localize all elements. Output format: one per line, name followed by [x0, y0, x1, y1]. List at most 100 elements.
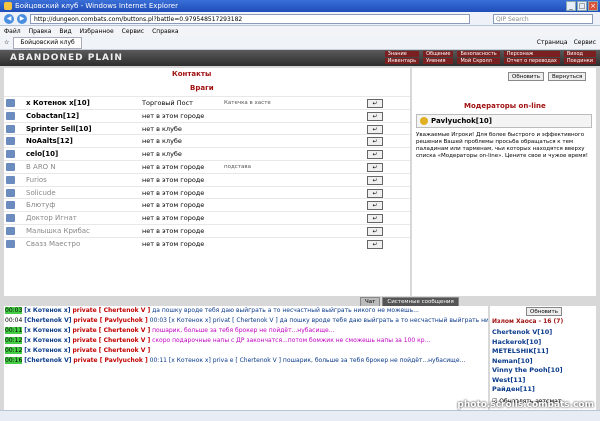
private-message-button[interactable]: ↵ [367, 239, 383, 249]
private-message-button[interactable]: ↵ [367, 214, 383, 224]
contact-location: нет в клубе [142, 137, 182, 146]
nav-communication[interactable]: Общение [423, 51, 454, 57]
page-menu[interactable]: Страница [537, 39, 568, 46]
game-area: ABANDONED PLAIN Знание Общение Безопасно… [0, 50, 600, 410]
chat-nick[interactable]: [x Котенок x] [24, 337, 70, 344]
private-message-button[interactable]: ↵ [367, 162, 383, 172]
contact-row: celo[10] нет в клубе ↵ [4, 147, 410, 160]
contact-row: x Котенок x[10] Торговый Пост Катечка в … [4, 96, 410, 109]
window-titlebar: Бойцовский клуб - Windows Internet Explo… [0, 0, 600, 12]
moderator-badge-icon [420, 117, 428, 125]
menu-item-edit[interactable]: Правка [29, 28, 52, 35]
contact-row: Furios нет в этом городе ↵ [4, 172, 410, 186]
contact-name[interactable]: Furios [26, 176, 47, 184]
moderators-notice: Уважаемые Игроки! Для более быстрого и э… [416, 132, 588, 159]
contact-name[interactable]: Малышка Крибас [26, 227, 90, 235]
back-icon[interactable]: ◀ [4, 13, 14, 24]
chat-nick[interactable]: [x Котенок x] [24, 327, 70, 334]
contact-row: Sprinter Sell[10] нет в клубе ↵ [4, 121, 410, 135]
chat-line: 00:12 [x Котенок x] private [ Chertenok … [5, 346, 488, 356]
contact-row: Доктор Игнат нет в этом городе ↵ [4, 211, 410, 224]
chat-private-tag[interactable]: private [ Pavlyuchok ] [73, 357, 147, 364]
online-user[interactable]: West[11] [492, 376, 525, 384]
contact-name[interactable]: NoAalts[12] [26, 137, 73, 145]
online-user[interactable]: METELSHIK[11] [492, 347, 549, 355]
menu-item-view[interactable]: Вид [59, 28, 71, 35]
chat-message: да пошку вроде тебя даю выйграть а то не… [152, 307, 419, 314]
nav-duels[interactable]: Поединки [563, 58, 596, 64]
contact-name[interactable]: Sprinter Sell[10] [26, 125, 92, 133]
chat-private-tag[interactable]: private [ Chertenok V ] [72, 347, 150, 354]
minimize-button[interactable]: _ [566, 1, 576, 11]
moderator-entry[interactable]: Pavlyuchok[10] [416, 114, 592, 128]
chat-nick[interactable]: [x Котенок x] [24, 347, 70, 354]
browser-tab[interactable]: Бойцовский клуб [13, 36, 82, 49]
chat-time: 00:04 [5, 317, 23, 324]
menu-item-tools[interactable]: Сервис [122, 28, 144, 35]
contact-name[interactable]: Solicude [26, 189, 56, 197]
private-message-button[interactable]: ↵ [367, 124, 383, 134]
location-title: Излом Хаоса - 16 (7) [492, 318, 564, 325]
private-message-button[interactable]: ↵ [367, 111, 383, 121]
back-button[interactable]: Вернуться [548, 72, 587, 81]
nav-exit[interactable]: Виход [563, 51, 596, 57]
contact-location: нет в этом городе [142, 188, 205, 197]
nav-skills[interactable]: Умения [423, 58, 454, 64]
contact-name[interactable]: x Котенок x[10] [26, 99, 90, 107]
refresh-button[interactable]: Обновить [508, 72, 544, 81]
online-refresh-button[interactable]: Обновить [526, 307, 562, 316]
nav-inventory[interactable]: Инвентарь [384, 58, 420, 64]
chat-private-tag[interactable]: private [ Chertenok V ] [72, 327, 150, 334]
forward-icon[interactable]: ▶ [17, 13, 27, 24]
menu-item-favorites[interactable]: Избранное [80, 28, 114, 35]
private-message-button[interactable]: ↵ [367, 137, 383, 147]
private-message-button[interactable]: ↵ [367, 150, 383, 160]
nav-scroll[interactable]: Мой Скролл [457, 58, 500, 64]
contact-name[interactable]: celo[10] [26, 150, 58, 158]
private-message-button[interactable]: ↵ [367, 99, 383, 108]
chat-nick[interactable]: [x Котенок x] [24, 307, 70, 314]
nav-transfers[interactable]: Отчет о переводах [503, 58, 560, 64]
chat-message: пошарик, больше за тебя брокер не пойдёт… [152, 327, 335, 334]
address-bar: ◀ ▶ http://dungeon.combats.com/buttons.p… [0, 12, 600, 26]
chat-nick[interactable]: [Chertenok V] [24, 357, 71, 364]
clan-icon [6, 99, 15, 107]
contact-name[interactable]: B ARO N [26, 163, 56, 171]
clan-icon [6, 214, 15, 223]
contact-name[interactable]: Cobactan[12] [26, 112, 79, 120]
contact-name[interactable]: Доктор Игнат [26, 214, 77, 222]
menu-item-help[interactable]: Справка [152, 28, 178, 35]
private-message-button[interactable]: ↵ [367, 188, 383, 198]
menu-item-file[interactable]: Файл [4, 28, 21, 35]
star-icon[interactable]: ☆ [4, 39, 9, 46]
online-user[interactable]: Chertenok V[10] [492, 328, 552, 336]
url-input[interactable]: http://dungeon.combats.com/buttons.pl?ba… [30, 13, 470, 24]
search-input[interactable]: QIP Search [493, 13, 593, 24]
nav-security[interactable]: Безопасность [457, 51, 500, 57]
chat-message: 00:03 [x Котенок x] privat [ Chertenok V… [149, 317, 488, 324]
private-message-button[interactable]: ↵ [367, 175, 383, 185]
online-user[interactable]: Райден[11] [492, 385, 535, 393]
contact-name[interactable]: Свазз Маестро [26, 240, 80, 248]
online-user[interactable]: Vinny the Pooh[10] [492, 366, 563, 374]
game-logo: ABANDONED PLAIN [10, 53, 123, 63]
private-message-button[interactable]: ↵ [367, 201, 383, 211]
online-user[interactable]: Hackerok[10] [492, 338, 541, 346]
clan-icon [6, 150, 15, 159]
maximize-button[interactable]: □ [577, 1, 587, 11]
chat-private-tag[interactable]: private [ Chertenok V ] [72, 337, 150, 344]
contact-name[interactable]: Блютуф [26, 201, 55, 209]
nav-character[interactable]: Персонаж [503, 51, 560, 57]
nav-knowledge[interactable]: Знание [384, 51, 420, 57]
chat-message: скоро подарочные напы с ДР закончатся...… [152, 337, 431, 344]
private-message-button[interactable]: ↵ [367, 226, 383, 236]
online-user[interactable]: Neman[10] [492, 357, 533, 365]
tools-menu[interactable]: Сервис [574, 39, 596, 46]
chat-private-tag[interactable]: private [ Pavlyuchok ] [73, 317, 147, 324]
chat-time: 00:03 [5, 307, 23, 314]
chat-time: 00:12 [5, 337, 23, 344]
close-button[interactable]: × [588, 1, 598, 11]
contact-location: нет в этом городе [142, 162, 205, 171]
chat-private-tag[interactable]: private [ Chertenok V ] [72, 307, 150, 314]
chat-nick[interactable]: [Chertenok V] [24, 317, 71, 324]
